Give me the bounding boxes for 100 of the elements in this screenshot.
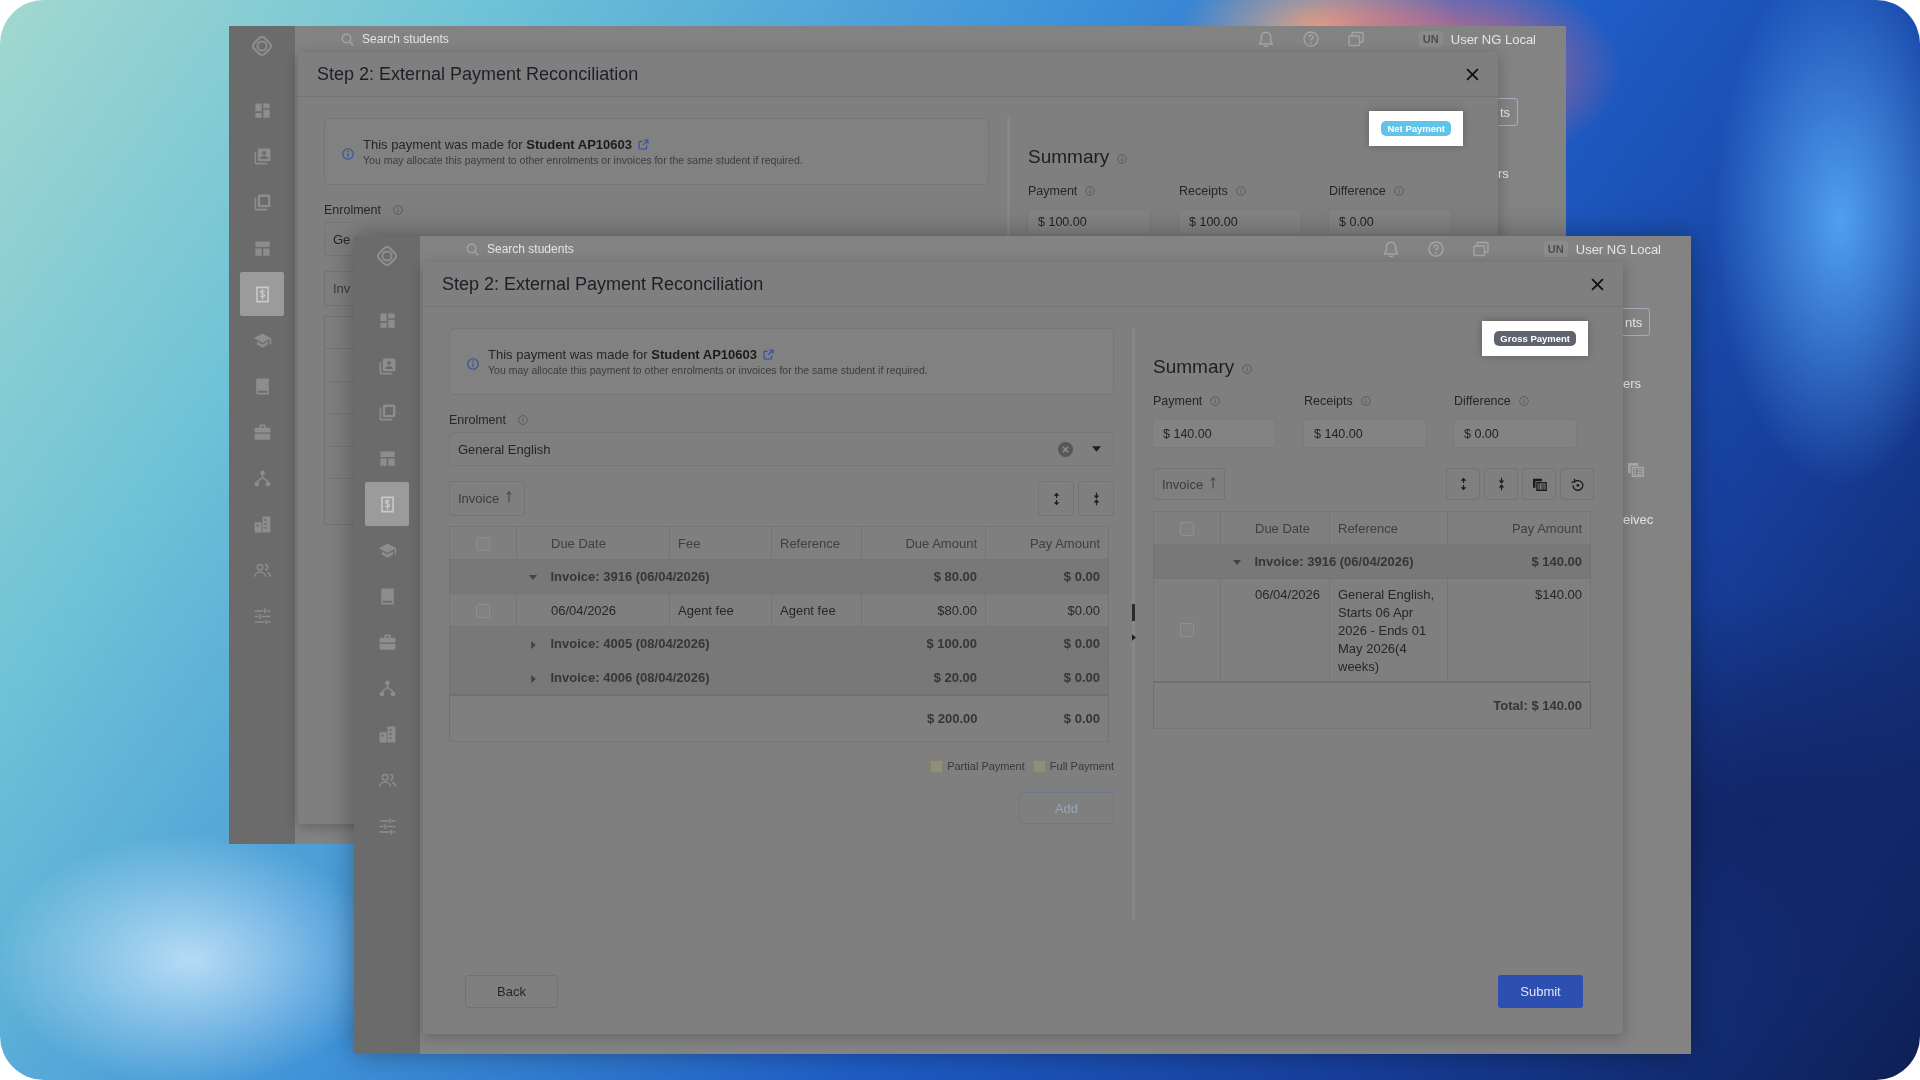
bell-icon[interactable] xyxy=(1257,31,1274,47)
briefcase-icon xyxy=(252,422,272,442)
field-label: Difference xyxy=(1454,394,1511,408)
info-icon xyxy=(467,357,479,370)
table-cell: $ 140.00 xyxy=(1447,544,1591,579)
close-icon xyxy=(1591,277,1604,291)
search-icon xyxy=(341,32,354,46)
field-label: Payment xyxy=(1028,184,1078,198)
close-button[interactable] xyxy=(1591,277,1604,291)
dashboard-icon xyxy=(377,310,397,330)
amount-field: $ 140.00 xyxy=(1153,420,1275,447)
close-button[interactable] xyxy=(1466,67,1479,81)
submit-button[interactable]: Submit xyxy=(1498,975,1583,1008)
column-header: Pay Amount xyxy=(1447,511,1591,545)
search-field[interactable]: Search students xyxy=(362,32,462,46)
avatar[interactable]: UN xyxy=(1418,31,1443,47)
sidebar-item[interactable] xyxy=(240,272,284,316)
external-link-icon[interactable] xyxy=(763,349,775,360)
search-field[interactable]: Search students xyxy=(487,242,587,256)
windows-icon[interactable] xyxy=(1472,241,1489,257)
documents-icon[interactable] xyxy=(1627,462,1644,477)
sort-button[interactable]: Invoice xyxy=(1153,468,1226,500)
invoice-group-label: Invoice: 4006 (08/04/2026) xyxy=(550,670,710,685)
network-icon xyxy=(377,678,397,698)
expand-all-button[interactable] xyxy=(1038,481,1074,516)
bell-icon[interactable] xyxy=(1382,241,1399,257)
legend-label: Partial Payment xyxy=(947,760,1025,772)
caret-right-icon[interactable] xyxy=(530,674,536,683)
documents-icon xyxy=(1531,477,1547,491)
page-text: rs xyxy=(1498,166,1509,181)
amount-field: $ 0.00 xyxy=(1454,420,1576,447)
expand-all-button[interactable] xyxy=(1446,468,1480,500)
table-cell: $ 0.00 xyxy=(985,559,1109,594)
invoice-group-row[interactable]: Invoice: 3916 (06/04/2026) $ 140.00 xyxy=(1153,544,1591,579)
page-text: eivec xyxy=(1623,512,1654,527)
caret-down-icon[interactable] xyxy=(1232,560,1241,566)
table-cell: Total: $ 140.00 xyxy=(1447,681,1591,728)
collapse-arrows-icon xyxy=(1497,477,1505,491)
caret-right-icon[interactable] xyxy=(530,640,536,649)
legend-label: Full Payment xyxy=(1049,760,1114,772)
layout-icon xyxy=(252,238,272,258)
expand-arrows-icon xyxy=(1459,477,1467,491)
reset-button[interactable] xyxy=(1560,468,1594,500)
info-icon xyxy=(1117,153,1128,164)
summary-title: Summary xyxy=(1153,356,1235,378)
close-icon xyxy=(1466,67,1479,81)
stacked-squares-icon xyxy=(377,402,397,422)
collapse-arrows-icon xyxy=(1092,491,1100,506)
splitter-handle[interactable] xyxy=(1132,604,1135,621)
network-icon xyxy=(252,468,272,488)
info-icon xyxy=(1242,363,1253,374)
invoice-group-row[interactable]: Invoice: 3916 (06/04/2026) $ 80.00 $ 0.00 xyxy=(449,559,1109,594)
field-label: Enrolment xyxy=(449,412,506,427)
column-header: Due Date xyxy=(516,526,670,560)
clear-icon[interactable] xyxy=(1058,441,1073,457)
field-label: Difference xyxy=(1329,184,1386,198)
page-text: ers xyxy=(1623,376,1642,391)
graduation-cap-icon xyxy=(377,540,397,560)
table-cell: Agent fee xyxy=(771,593,862,627)
contact-card-icon xyxy=(377,356,397,376)
table-cell: $ 80.00 xyxy=(861,559,986,594)
notice-text: This payment was made for Student AP10603 xyxy=(488,347,758,362)
stacked-squares-icon xyxy=(252,192,272,212)
payment-type-badge: Gross Payment xyxy=(1494,331,1576,346)
invoice-group-row[interactable]: Invoice: 4005 (08/04/2026) $ 100.00 $ 0.00 xyxy=(449,626,1109,661)
info-icon xyxy=(1393,186,1404,196)
sort-button[interactable]: Inv xyxy=(324,271,353,306)
caret-right-icon[interactable] xyxy=(1132,634,1136,641)
briefcase-icon xyxy=(377,632,397,652)
avatar[interactable]: UN xyxy=(1543,241,1568,257)
expand-arrows-icon xyxy=(1052,491,1060,506)
caret-down-icon[interactable] xyxy=(528,575,537,581)
invoice-group-label: Invoice: 3916 (06/04/2026) xyxy=(550,569,710,584)
column-header: Reference xyxy=(1329,511,1448,545)
summary-title: Summary xyxy=(1028,146,1110,168)
table-cell: $ 100.00 xyxy=(861,626,986,661)
dashboard-icon xyxy=(252,100,272,120)
sidebar-item[interactable] xyxy=(365,482,409,526)
info-icon xyxy=(342,147,354,160)
notice-text: This payment was made for Student AP10603 xyxy=(363,137,633,152)
caret-down-icon[interactable] xyxy=(1092,446,1101,452)
table-cell: 06/04/2026 xyxy=(516,593,670,627)
collapse-all-button[interactable] xyxy=(1484,468,1518,500)
column-header: Pay Amount xyxy=(985,526,1109,560)
table-cell: $ 0.00 xyxy=(985,695,1109,742)
windows-icon[interactable] xyxy=(1347,31,1364,47)
external-link-icon[interactable] xyxy=(638,139,650,150)
user-name: User NG Local xyxy=(1575,241,1661,257)
contact-card-icon xyxy=(252,146,272,166)
info-icon xyxy=(1085,186,1096,196)
help-icon[interactable] xyxy=(1427,241,1444,257)
collapse-all-button[interactable] xyxy=(1078,481,1114,516)
enrolment-select[interactable]: General English xyxy=(449,432,1114,466)
table-cell: $ 0.00 xyxy=(985,626,1109,661)
info-icon xyxy=(1518,396,1529,406)
help-icon[interactable] xyxy=(1302,31,1319,47)
sort-button[interactable]: Invoice xyxy=(449,481,525,516)
enrolment-select[interactable]: Ge xyxy=(324,222,353,256)
copy-button[interactable] xyxy=(1522,468,1556,500)
back-button[interactable]: Back xyxy=(465,975,558,1008)
